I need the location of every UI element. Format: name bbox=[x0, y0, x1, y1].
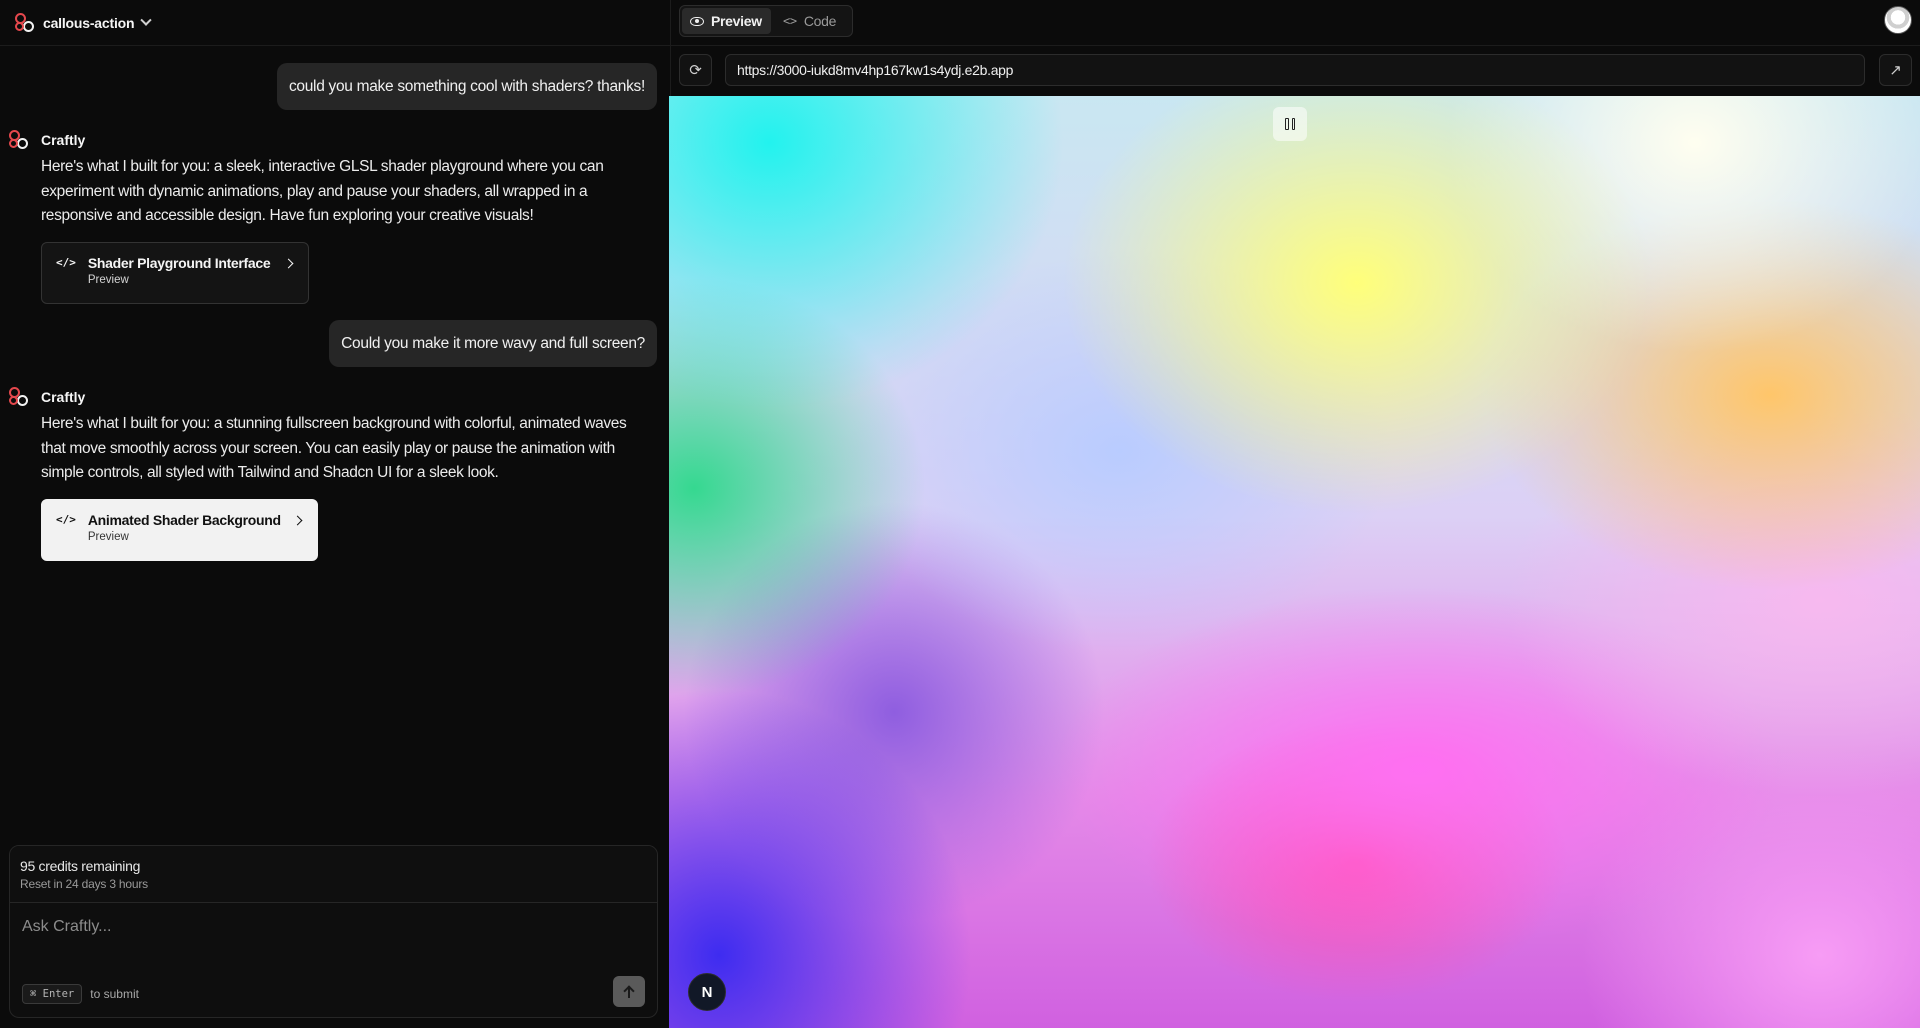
shortcut-text: to submit bbox=[90, 987, 139, 1001]
artifact-card[interactable]: </> Shader Playground Interface Preview bbox=[41, 241, 309, 304]
pause-icon bbox=[1285, 118, 1289, 130]
chat-header: callous-action bbox=[0, 0, 671, 46]
project-name[interactable]: callous-action bbox=[43, 15, 135, 31]
message-composer: 95 credits remaining Reset in 24 days 3 … bbox=[9, 845, 658, 1018]
user-message: could you make something cool with shade… bbox=[276, 63, 657, 110]
pause-button[interactable] bbox=[1273, 107, 1307, 141]
url-bar[interactable]: https://3000-iukd8mv4hp167kw1s4ydj.e2b.a… bbox=[725, 54, 1865, 86]
assistant-message: Craftly Here's what I built for you: a s… bbox=[8, 129, 648, 304]
chevron-right-icon bbox=[292, 515, 303, 525]
assistant-name: Craftly bbox=[41, 132, 86, 148]
url-text: https://3000-iukd8mv4hp167kw1s4ydj.e2b.a… bbox=[737, 62, 1014, 78]
assistant-name: Craftly bbox=[41, 389, 86, 405]
craftly-avatar-icon bbox=[8, 386, 30, 408]
view-toggle: Preview <> Code bbox=[679, 5, 853, 37]
preview-panel: Preview <> Code ⟳ https://3000-iukd8mv4h… bbox=[669, 0, 1920, 1030]
chat-panel: callous-action could you make something … bbox=[0, 0, 671, 1030]
artifact-title: Shader Playground Interface bbox=[87, 254, 271, 271]
shortcut-key: ⌘ Enter bbox=[22, 984, 83, 1004]
ask-input[interactable] bbox=[22, 918, 582, 936]
craftly-avatar-icon bbox=[8, 129, 30, 151]
open-external-button[interactable]: ↗ bbox=[1879, 54, 1912, 86]
tab-preview[interactable]: Preview bbox=[682, 8, 771, 34]
arrow-up-icon bbox=[624, 986, 634, 998]
assistant-text: Here's what I built for you: a sleek, in… bbox=[41, 158, 604, 224]
credits-banner: 95 credits remaining Reset in 24 days 3 … bbox=[10, 846, 657, 903]
artifact-card[interactable]: </> Animated Shader Background Preview bbox=[41, 498, 318, 561]
artifact-subtitle: Preview bbox=[87, 273, 129, 286]
code-icon: </> bbox=[56, 512, 76, 526]
avatar[interactable] bbox=[1884, 6, 1912, 34]
code-icon: <> bbox=[783, 14, 797, 28]
refresh-icon: ⟳ bbox=[689, 62, 702, 79]
tab-code[interactable]: <> Code bbox=[775, 8, 844, 34]
credits-reset: Reset in 24 days 3 hours bbox=[20, 877, 148, 891]
chevron-down-icon[interactable] bbox=[140, 14, 153, 26]
tab-preview-label: Preview bbox=[711, 13, 762, 29]
artifact-subtitle: Preview bbox=[87, 530, 129, 543]
shader-preview-canvas[interactable]: N bbox=[669, 96, 1920, 1030]
eye-icon bbox=[690, 16, 704, 26]
preview-toolbar: Preview <> Code bbox=[671, 0, 1920, 46]
user-message: Could you make it more wavy and full scr… bbox=[329, 320, 657, 367]
assistant-message: Craftly Here's what I built for you: a s… bbox=[8, 386, 648, 561]
send-button[interactable] bbox=[613, 976, 645, 1007]
tab-code-label: Code bbox=[803, 13, 837, 29]
nextjs-badge[interactable]: N bbox=[688, 973, 726, 1011]
address-row: ⟳ https://3000-iukd8mv4hp167kw1s4ydj.e2b… bbox=[671, 46, 1920, 96]
submit-hint: ⌘ Enter to submit bbox=[22, 984, 139, 1004]
credits-remaining: 95 credits remaining bbox=[20, 858, 141, 874]
external-link-icon: ↗ bbox=[1889, 62, 1902, 79]
craftly-logo-icon bbox=[14, 12, 36, 34]
assistant-text: Here's what I built for you: a stunning … bbox=[41, 415, 627, 481]
chevron-right-icon bbox=[283, 258, 294, 268]
code-icon: </> bbox=[56, 255, 76, 269]
artifact-title: Animated Shader Background bbox=[87, 511, 281, 528]
refresh-button[interactable]: ⟳ bbox=[679, 54, 712, 86]
